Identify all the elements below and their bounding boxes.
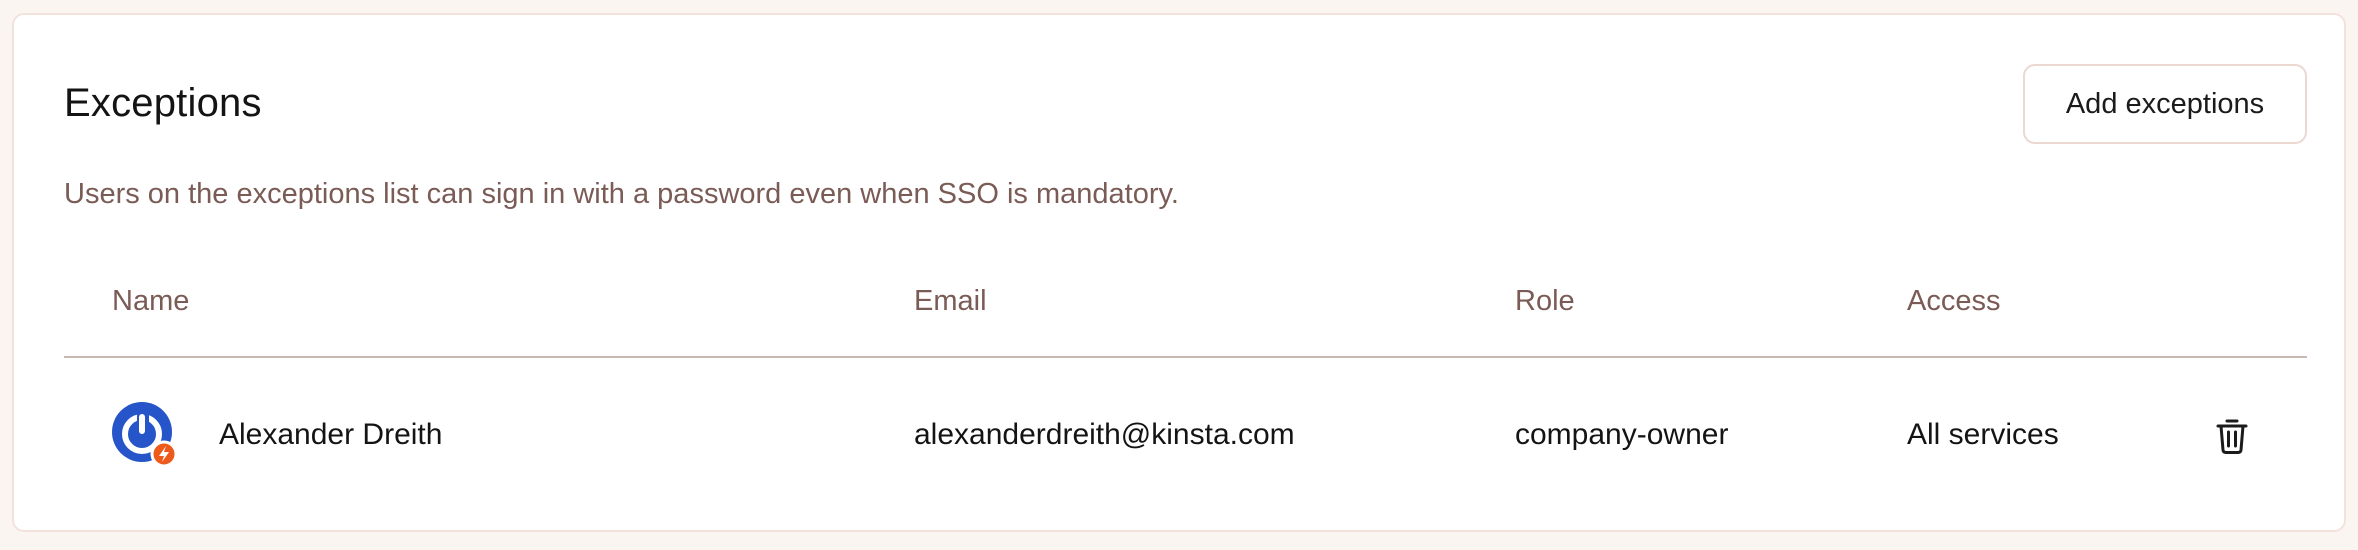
user-access: All services — [1907, 418, 2059, 451]
user-email: alexanderdreith@kinsta.com — [914, 418, 1295, 451]
column-header-email: Email — [914, 285, 987, 317]
column-header-access: Access — [1907, 285, 2001, 317]
delete-exception-button[interactable] — [2212, 414, 2252, 458]
section-title: Exceptions — [64, 81, 262, 125]
exceptions-card: Exceptions Add exceptions Users on the e… — [12, 13, 2346, 532]
user-role: company-owner — [1515, 418, 1729, 451]
section-description: Users on the exceptions list can sign in… — [64, 178, 1179, 210]
user-name: Alexander Dreith — [219, 418, 443, 451]
column-header-name: Name — [112, 285, 190, 317]
power-logo-icon — [112, 402, 178, 468]
trash-icon — [2216, 419, 2248, 454]
column-header-role: Role — [1515, 285, 1575, 317]
avatar — [112, 402, 180, 470]
add-exceptions-button[interactable]: Add exceptions — [2023, 64, 2307, 144]
table-row: Alexander Dreith alexanderdreith@kinsta.… — [64, 358, 2307, 522]
